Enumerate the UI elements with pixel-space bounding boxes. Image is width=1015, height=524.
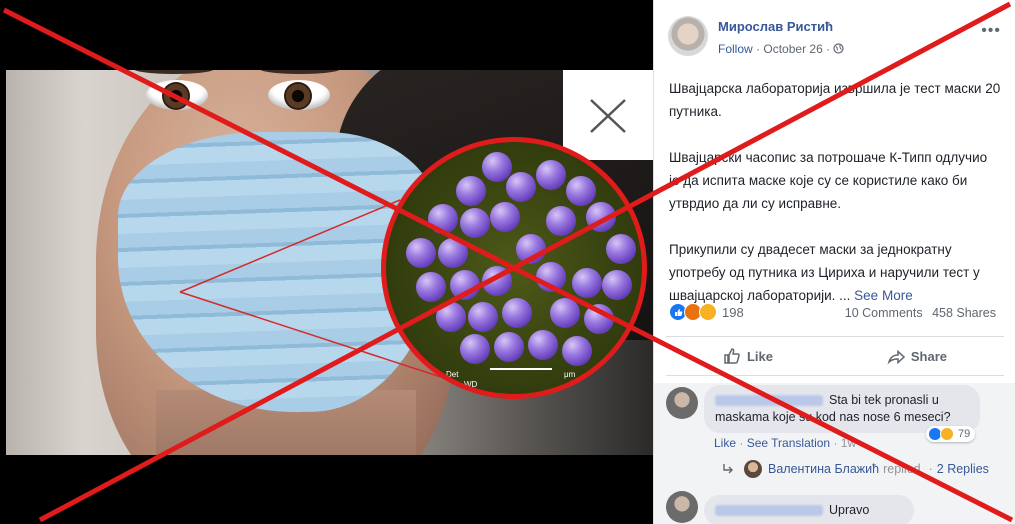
bacterium (506, 172, 536, 202)
globe-icon[interactable] (833, 43, 845, 54)
commenter-name-redacted[interactable] (715, 505, 823, 517)
microscope-label-det: Det (446, 370, 459, 379)
bacterium (460, 208, 490, 238)
bacterium (536, 160, 566, 190)
bacterium (528, 330, 558, 360)
comment-bubble: Upravo (704, 495, 914, 524)
bacterium (546, 206, 576, 236)
comment-time[interactable]: 1w (841, 436, 856, 450)
post-date[interactable]: October 26 (763, 42, 822, 56)
commenter-avatar[interactable] (666, 491, 698, 523)
engagement-counts: 10 Comments 458 Shares (839, 306, 996, 320)
comment-reaction-count: 79 (958, 428, 971, 440)
share-label: Share (910, 348, 948, 364)
close-icon[interactable] (589, 98, 627, 134)
bacterium (502, 298, 532, 328)
bacterium (468, 302, 498, 332)
microscope-label-unit: μm (564, 370, 576, 379)
bacterium (536, 262, 566, 292)
bacterium (490, 202, 520, 232)
replier-avatar (744, 460, 762, 478)
bacterium (482, 266, 512, 296)
action-bar: Like Share (666, 336, 1004, 376)
more-options-icon[interactable]: ••• (981, 22, 1001, 40)
scale-bar (490, 368, 552, 370)
reaction-count[interactable]: 198 (722, 305, 744, 320)
meta-separator: · (756, 42, 761, 56)
bacterium (584, 304, 614, 334)
comment-like-link[interactable]: Like (714, 436, 736, 450)
thumbs-up-icon (724, 348, 740, 364)
meta-separator: · (826, 42, 831, 56)
like-button[interactable]: Like (723, 347, 773, 365)
share-arrow-icon (887, 349, 905, 365)
comments-count[interactable]: 10 Comments (845, 306, 923, 320)
separator: · (739, 436, 747, 450)
post-panel: Мирослав Ристић Follow · October 26 · ••… (653, 0, 1015, 524)
reactions-summary[interactable]: 198 (669, 303, 744, 321)
bacterium (550, 298, 580, 328)
bacterium (572, 268, 602, 298)
bacterium (450, 270, 480, 300)
reply-arrow-icon (723, 464, 733, 474)
replies-row[interactable]: Валентина Блажић replied · 2 Replies (722, 460, 989, 478)
separator: · (928, 462, 933, 476)
bacterium (428, 204, 458, 234)
bacterium (456, 176, 486, 206)
bacterium (602, 270, 632, 300)
post-meta: Follow · October 26 · (718, 42, 845, 56)
author-avatar[interactable] (668, 16, 708, 56)
sad-reaction-icon (699, 303, 717, 321)
bacterium (482, 152, 512, 182)
comment-text: Upravo (829, 503, 870, 517)
replied-label: replied (883, 462, 921, 476)
bacterium (494, 332, 524, 362)
shares-count[interactable]: 458 Shares (932, 306, 996, 320)
follow-link[interactable]: Follow (718, 42, 753, 56)
replier-name[interactable]: Валентина Блажић (768, 462, 879, 476)
bacteria-microscope-circle: Det WD μm (381, 137, 647, 399)
see-more-link[interactable]: See More (854, 288, 913, 303)
bacterium (606, 234, 636, 264)
haha-reaction-icon (940, 427, 954, 441)
bacterium (562, 336, 592, 366)
post-paragraph: Прикупили су двадесет маски за једнократ… (669, 238, 1001, 307)
bacterium (516, 234, 546, 264)
microscope-label-wd: WD (464, 380, 478, 389)
bacterium (438, 238, 468, 268)
post-paragraph-text: Прикупили су двадесет маски за једнократ… (669, 242, 980, 303)
post-paragraph: Швајцарска лабораторија извршила је тест… (669, 81, 1001, 119)
bacterium (436, 302, 466, 332)
comments-section: Sta bi tek pronasli u maskama koje su ko… (654, 383, 1015, 524)
commenter-avatar[interactable] (666, 387, 698, 419)
bacterium (460, 334, 490, 364)
post-paragraph: Швајцарски часопис за потрошаче К-Типп о… (669, 150, 988, 211)
author-name[interactable]: Мирослав Ристић (718, 19, 833, 34)
replies-count[interactable]: 2 Replies (937, 462, 989, 476)
see-translation-link[interactable]: See Translation (747, 436, 830, 450)
post-photo[interactable]: Det WD μm (0, 0, 653, 524)
bacterium (416, 272, 446, 302)
bacterium (586, 202, 616, 232)
close-overlay-box[interactable] (563, 70, 653, 160)
share-button[interactable]: Share (887, 347, 947, 365)
like-label: Like (746, 348, 773, 364)
comment-actions: Like · See Translation · 1w (714, 436, 856, 450)
post-text: Швајцарска лабораторија извршила је тест… (669, 77, 1001, 330)
commenter-name-redacted[interactable] (715, 395, 823, 407)
bacterium (566, 176, 596, 206)
separator: · (833, 436, 841, 450)
comment-reactions-badge[interactable]: 79 (926, 426, 976, 442)
bacterium (406, 238, 436, 268)
